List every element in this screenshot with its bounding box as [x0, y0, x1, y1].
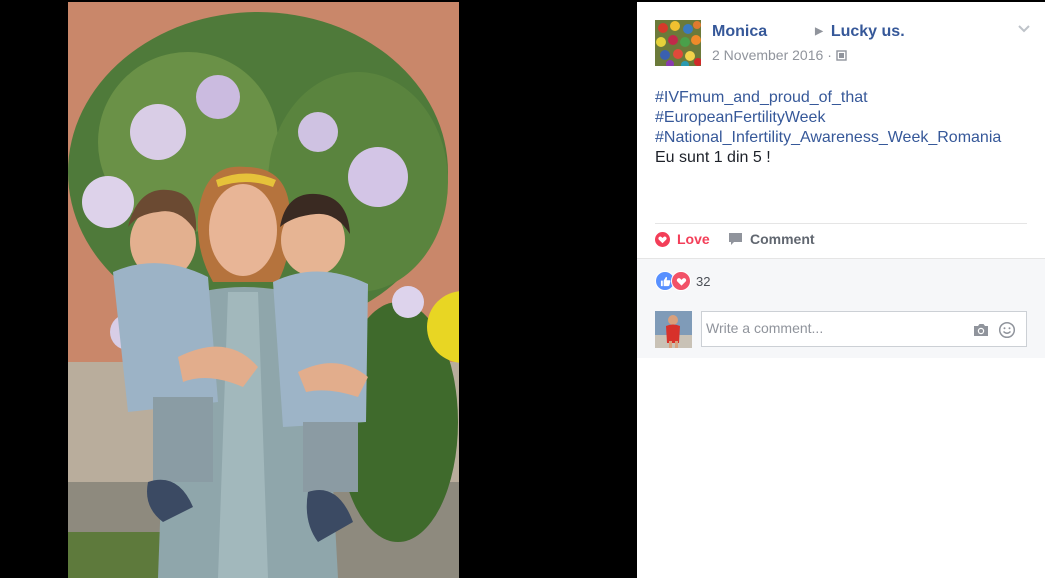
post-message: Eu sunt 1 din 5 !: [655, 149, 771, 166]
camera-icon[interactable]: [972, 321, 990, 339]
divider: [655, 223, 1027, 224]
target-name[interactable]: Lucky us.: [831, 23, 905, 40]
hashtag-link[interactable]: #National_Infertility_Awareness_Week_Rom…: [655, 128, 1001, 148]
meta-separator: ·: [827, 47, 832, 63]
author-avatar[interactable]: [655, 20, 701, 66]
viewer-avatar: [655, 311, 692, 348]
author-line: Monica ▶ Lucky us.: [712, 23, 905, 41]
heart-icon: [671, 271, 691, 291]
feedback-area: 32: [637, 258, 1045, 358]
comment-button[interactable]: Comment: [728, 231, 815, 247]
arrow-right-icon: ▶: [815, 26, 823, 37]
hashtag-link[interactable]: #IVFmum_and_proud_of_that: [655, 88, 1001, 108]
comment-label: Comment: [750, 231, 815, 247]
smiley-icon[interactable]: [998, 321, 1016, 339]
comment-composer: [655, 311, 1027, 349]
heart-icon: [655, 231, 670, 247]
post-meta: 2 November 2016 ·: [712, 47, 847, 63]
love-button[interactable]: Love: [655, 231, 710, 247]
comment-input[interactable]: [706, 320, 956, 336]
post-header: Monica ▶ Lucky us. 2 November 2016 ·: [655, 20, 1031, 70]
reaction-count: 32: [696, 273, 711, 289]
post-photo[interactable]: [68, 2, 459, 578]
reactions-summary[interactable]: 32: [655, 271, 710, 291]
author-name[interactable]: Monica: [712, 23, 767, 40]
speech-bubble-icon: [729, 233, 742, 245]
chevron-down-icon[interactable]: [1017, 22, 1031, 34]
post-date[interactable]: 2 November 2016: [712, 47, 823, 63]
post-text: #IVFmum_and_proud_of_that #EuropeanFerti…: [655, 88, 1001, 168]
love-label: Love: [677, 231, 710, 247]
comment-box[interactable]: [701, 311, 1027, 347]
globe-icon[interactable]: [836, 48, 847, 61]
post-panel: Monica ▶ Lucky us. 2 November 2016 · #IVFmu…: [637, 2, 1045, 578]
photo-viewer: [0, 0, 637, 578]
hashtag-link[interactable]: #EuropeanFertilityWeek: [655, 108, 1001, 128]
